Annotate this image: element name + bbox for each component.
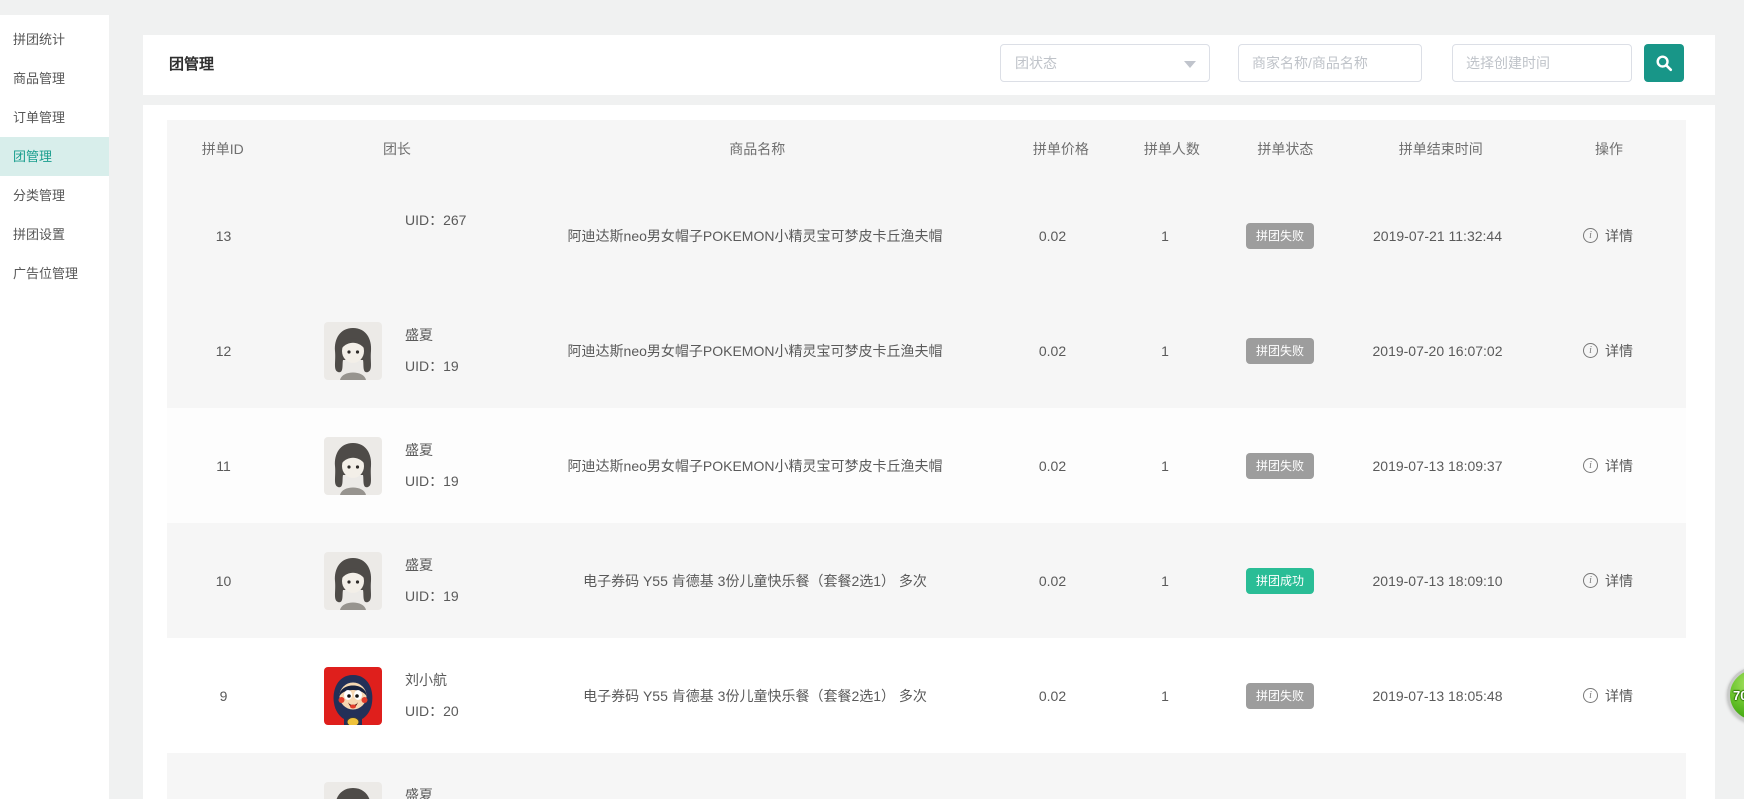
leader-name <box>405 243 466 259</box>
page-title: 团管理 <box>169 35 214 95</box>
product-name: 电子券码 Y55 肯德基 3份儿童快乐餐（套餐2选1） 多次 <box>520 686 990 706</box>
leader-avatar <box>324 667 382 725</box>
order-people: 1 <box>1115 458 1215 474</box>
leader-avatar <box>324 437 382 495</box>
leader-cell: 刘小航 UID：20 <box>280 667 520 725</box>
detail-link[interactable]: 详情 <box>1605 686 1633 706</box>
col-header-end-time: 拼单结束时间 <box>1350 139 1533 159</box>
sidebar-item-order-mgmt[interactable]: 订单管理 <box>0 98 109 137</box>
leader-avatar <box>324 552 382 610</box>
col-header-people: 拼单人数 <box>1123 139 1222 159</box>
order-id: 12 <box>167 343 280 359</box>
product-name: 阿迪达斯neo男女帽子POKEMON小精灵宝可梦皮卡丘渔夫帽 <box>520 456 990 476</box>
table-row: 9 刘小航 UID：20 电 <box>167 638 1686 753</box>
col-header-order-id: 拼单ID <box>167 139 279 159</box>
order-id: 10 <box>167 573 280 589</box>
leader-name: 盛夏 <box>405 327 459 343</box>
sidebar-item-ad-mgmt[interactable]: 广告位管理 <box>0 254 109 293</box>
col-header-product: 商品名称 <box>515 139 999 159</box>
leader-cell: 盛夏 <box>280 782 520 799</box>
detail-link[interactable]: 详情 <box>1605 226 1633 246</box>
order-people: 1 <box>1115 228 1215 244</box>
sidebar: 拼团统计 商品管理 订单管理 团管理 分类管理 拼团设置 广告位管理 <box>0 15 109 799</box>
product-name: 阿迪达斯neo男女帽子POKEMON小精灵宝可梦皮卡丘渔夫帽 <box>520 226 990 246</box>
table-row: 12 盛夏 UID：19 阿迪达斯neo男女帽子POKEMON小精灵宝可梦皮卡丘… <box>167 293 1686 408</box>
col-header-status: 拼单状态 <box>1221 139 1349 159</box>
page-header-card: 团管理 团状态 <box>143 35 1715 95</box>
sidebar-item-product-mgmt[interactable]: 商品管理 <box>0 59 109 98</box>
order-people: 1 <box>1115 573 1215 589</box>
leader-cell: 盛夏 UID：19 <box>280 437 520 495</box>
detail-link[interactable]: 详情 <box>1605 571 1633 591</box>
date-input[interactable] <box>1452 44 1632 82</box>
info-icon: i <box>1583 458 1598 473</box>
leader-avatar <box>324 782 382 799</box>
status-badge: 拼团失败 <box>1246 338 1314 364</box>
order-price: 0.02 <box>990 228 1115 244</box>
product-name: 阿迪达斯neo男女帽子POKEMON小精灵宝可梦皮卡丘渔夫帽 <box>520 341 990 361</box>
sidebar-item-group-settings[interactable]: 拼团设置 <box>0 215 109 254</box>
col-header-actions: 操作 <box>1532 139 1686 159</box>
search-button[interactable] <box>1644 44 1684 82</box>
status-badge: 拼团失败 <box>1246 453 1314 479</box>
group-table: 拼单ID 团长 商品名称 拼单价格 拼单人数 拼单状态 拼单结束时间 操作 13… <box>167 120 1686 799</box>
table-row: 13 UID：267 阿迪达斯neo男女帽子POKEMON小精灵宝可梦皮卡丘渔夫… <box>167 178 1686 293</box>
order-price: 0.02 <box>990 573 1115 589</box>
order-end-time: 2019-07-13 18:09:10 <box>1345 573 1530 589</box>
table-header-row: 拼单ID 团长 商品名称 拼单价格 拼单人数 拼单状态 拼单结束时间 操作 <box>167 120 1686 178</box>
detail-link[interactable]: 详情 <box>1605 456 1633 476</box>
keyword-input[interactable] <box>1238 44 1422 82</box>
col-header-price: 拼单价格 <box>999 139 1122 159</box>
info-icon: i <box>1583 688 1598 703</box>
leader-uid: UID：267 <box>405 212 466 228</box>
status-badge: 拼团失败 <box>1246 683 1314 709</box>
search-icon <box>1655 54 1673 72</box>
detail-link[interactable]: 详情 <box>1605 341 1633 361</box>
group-table-card: 拼单ID 团长 商品名称 拼单价格 拼单人数 拼单状态 拼单结束时间 操作 13… <box>143 105 1715 799</box>
leader-avatar <box>324 322 382 380</box>
info-icon: i <box>1583 573 1598 588</box>
order-price: 0.02 <box>990 343 1115 359</box>
sidebar-item-group-stats[interactable]: 拼团统计 <box>0 20 109 59</box>
table-row: 10 盛夏 UID：19 电子券码 Y55 肯德基 3份儿童快乐餐（套餐2选1）… <box>167 523 1686 638</box>
status-badge: 拼团成功 <box>1246 568 1314 594</box>
order-id: 11 <box>167 458 280 474</box>
sidebar-item-group-mgmt[interactable]: 团管理 <box>0 137 109 176</box>
info-icon: i <box>1583 228 1598 243</box>
leader-cell: UID：267 <box>280 212 520 259</box>
floating-green-button[interactable]: 70 <box>1727 667 1744 723</box>
order-id: 13 <box>167 228 280 244</box>
sidebar-item-category-mgmt[interactable]: 分类管理 <box>0 176 109 215</box>
leader-name: 盛夏 <box>405 787 433 799</box>
leader-uid: UID：19 <box>405 588 459 604</box>
table-row: 11 盛夏 UID：19 阿迪达斯neo男女帽子POKEMON小精灵宝可梦皮卡丘… <box>167 408 1686 523</box>
chevron-down-icon <box>1184 61 1196 68</box>
leader-cell: 盛夏 UID：19 <box>280 322 520 380</box>
col-header-leader: 团长 <box>279 139 516 159</box>
leader-cell: 盛夏 UID：19 <box>280 552 520 610</box>
leader-uid: UID：19 <box>405 473 459 489</box>
leader-name: 刘小航 <box>405 672 459 688</box>
order-price: 0.02 <box>990 458 1115 474</box>
product-name: 电子券码 Y55 肯德基 3份儿童快乐餐（套餐2选1） 多次 <box>520 571 990 591</box>
floating-button-label: 70 <box>1733 688 1744 703</box>
order-end-time: 2019-07-13 18:09:37 <box>1345 458 1530 474</box>
order-end-time: 2019-07-13 18:05:48 <box>1345 688 1530 704</box>
order-end-time: 2019-07-21 11:32:44 <box>1345 228 1530 244</box>
status-select[interactable]: 团状态 <box>1000 44 1210 82</box>
leader-uid: UID：19 <box>405 358 459 374</box>
leader-name: 盛夏 <box>405 557 459 573</box>
order-people: 1 <box>1115 688 1215 704</box>
status-badge: 拼团失败 <box>1246 223 1314 249</box>
table-row: 盛夏 <box>167 753 1686 799</box>
order-people: 1 <box>1115 343 1215 359</box>
order-id: 9 <box>167 688 280 704</box>
leader-uid: UID：20 <box>405 703 459 719</box>
leader-name: 盛夏 <box>405 442 459 458</box>
order-end-time: 2019-07-20 16:07:02 <box>1345 343 1530 359</box>
status-select-placeholder: 团状态 <box>1015 45 1057 81</box>
info-icon: i <box>1583 343 1598 358</box>
order-price: 0.02 <box>990 688 1115 704</box>
